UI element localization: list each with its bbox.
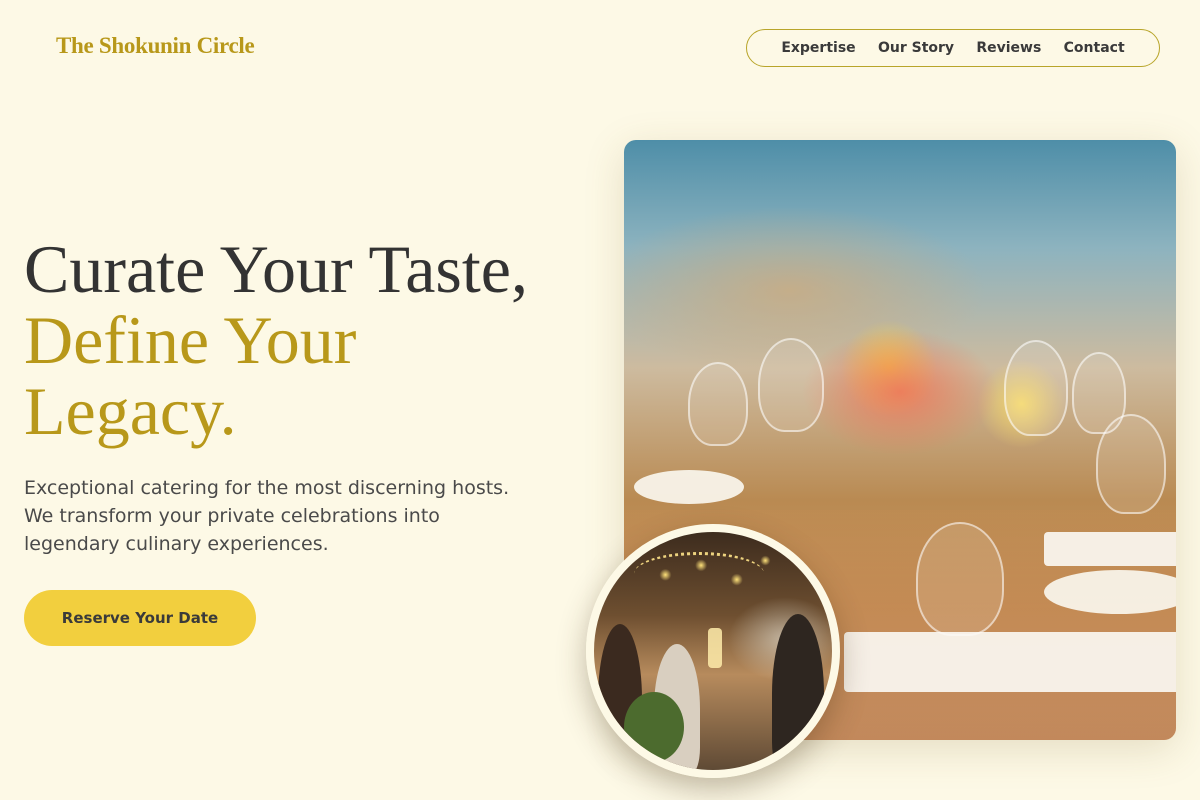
wine-glass xyxy=(758,338,824,432)
wine-glass xyxy=(1096,414,1166,514)
raised-glass xyxy=(708,628,722,668)
wine-glass xyxy=(688,362,748,446)
centerpiece-plant xyxy=(624,692,684,762)
hero-description-line: We transform your private celebrations i… xyxy=(24,505,440,527)
dinner-plate xyxy=(634,470,744,504)
nav-link-our-story[interactable]: Our Story xyxy=(878,40,954,56)
hero-description-line: Exceptional catering for the most discer… xyxy=(24,477,510,499)
nav-link-contact[interactable]: Contact xyxy=(1064,40,1125,56)
guests-toasting-photo xyxy=(586,524,840,778)
nav-link-expertise[interactable]: Expertise xyxy=(781,40,855,56)
hero-title-line: Curate Your Taste, xyxy=(24,231,528,307)
string-lights xyxy=(634,552,764,595)
hero-title-accent-line: Legacy. xyxy=(24,373,237,449)
brand-logo[interactable]: The Shokunin Circle xyxy=(56,33,255,59)
reserve-date-button[interactable]: Reserve Your Date xyxy=(24,590,256,646)
hero-title: Curate Your Taste, Define Your Legacy. xyxy=(24,234,528,447)
hero-description-line: legendary culinary experiences. xyxy=(24,533,329,555)
hero-description: Exceptional catering for the most discer… xyxy=(24,474,564,558)
nav-link-reviews[interactable]: Reviews xyxy=(976,40,1041,56)
hero-title-accent-line: Define Your xyxy=(24,302,357,378)
wine-glass xyxy=(1004,340,1068,436)
guest xyxy=(772,614,824,770)
napkin xyxy=(844,632,1176,692)
main-nav: Expertise Our Story Reviews Contact xyxy=(746,29,1160,67)
wine-glass xyxy=(916,522,1004,636)
napkin xyxy=(1044,532,1176,566)
